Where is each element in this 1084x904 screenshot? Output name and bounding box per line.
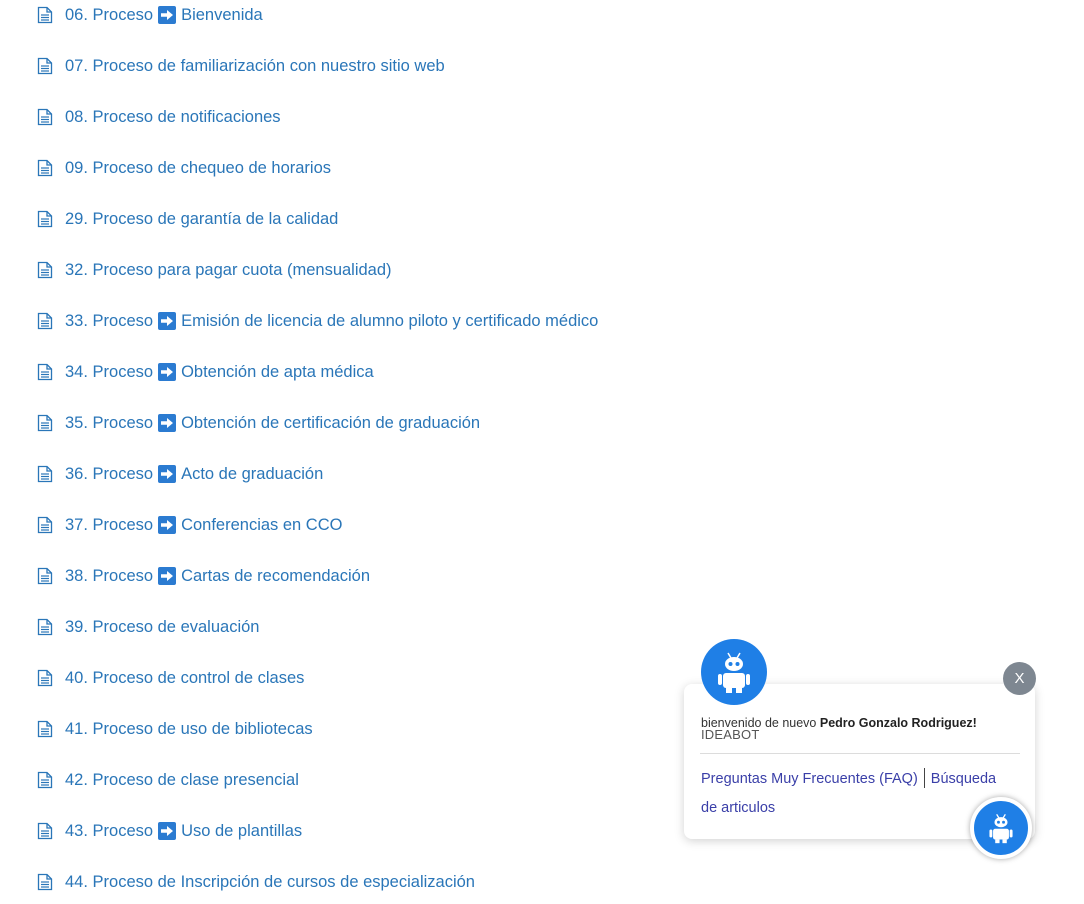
document-icon — [37, 465, 53, 483]
document-icon — [37, 312, 53, 330]
right-arrow-box-icon — [158, 465, 177, 483]
document-icon — [37, 414, 53, 432]
article-prefix: 34. Proceso — [65, 362, 154, 381]
document-icon — [37, 363, 53, 381]
robot-icon — [718, 652, 750, 693]
article-prefix: 41. Proceso de uso de bibliotecas — [65, 719, 313, 738]
article-prefix: 38. Proceso — [65, 566, 154, 585]
article-prefix: 36. Proceso — [65, 464, 154, 483]
right-arrow-box-icon — [158, 363, 177, 381]
document-icon — [37, 771, 53, 789]
bot-avatar — [701, 639, 767, 705]
article-link[interactable]: 29. Proceso de garantía de la calidad — [37, 205, 338, 233]
article-title: Bienvenida — [181, 5, 263, 24]
article-prefix: 29. Proceso de garantía de la calidad — [65, 209, 339, 228]
article-title: Cartas de recomendación — [181, 566, 370, 585]
article-prefix: 42. Proceso de clase presencial — [65, 770, 299, 789]
document-icon — [37, 210, 53, 228]
robot-icon — [989, 813, 1013, 844]
document-icon — [37, 159, 53, 177]
article-link[interactable]: 41. Proceso de uso de bibliotecas — [37, 715, 313, 743]
document-icon — [37, 6, 53, 24]
article-prefix: 40. Proceso de control de clases — [65, 668, 305, 687]
article-prefix: 33. Proceso — [65, 311, 154, 330]
article-title: Conferencias en CCO — [181, 515, 343, 534]
article-link[interactable]: 38. Proceso Cartas de recomendación — [37, 562, 370, 590]
article-link[interactable]: 43. Proceso Uso de plantillas — [37, 817, 302, 845]
document-icon — [37, 261, 53, 279]
article-link[interactable]: 42. Proceso de clase presencial — [37, 766, 299, 794]
article-prefix: 07. Proceso de familiarización con nuest… — [65, 56, 445, 75]
document-icon — [37, 57, 53, 75]
article-link[interactable]: 32. Proceso para pagar cuota (mensualida… — [37, 256, 392, 284]
article-title: Uso de plantillas — [181, 821, 303, 840]
article-title: Acto de graduación — [181, 464, 324, 483]
article-title: Obtención de apta médica — [181, 362, 374, 381]
document-icon — [37, 720, 53, 738]
article-link[interactable]: 44. Proceso de Inscripción de cursos de … — [37, 868, 475, 896]
article-prefix: 37. Proceso — [65, 515, 154, 534]
chat-links: Preguntas Muy Frecuentes (FAQ) Búsqueda d… — [701, 765, 1011, 823]
right-arrow-box-icon — [158, 312, 177, 330]
right-arrow-box-icon — [158, 6, 177, 24]
article-title: Emisión de licencia de alumno piloto y c… — [181, 311, 599, 330]
faq-link[interactable]: Preguntas Muy Frecuentes (FAQ) — [701, 771, 918, 787]
right-arrow-box-icon — [158, 822, 177, 840]
article-link[interactable]: 36. Proceso Acto de graduación — [37, 460, 323, 488]
article-prefix: 06. Proceso — [65, 5, 154, 24]
article-link[interactable]: 37. Proceso Conferencias en CCO — [37, 511, 342, 539]
article-prefix: 08. Proceso de notificaciones — [65, 107, 281, 126]
document-icon — [37, 873, 53, 891]
article-link[interactable]: 07. Proceso de familiarización con nuest… — [37, 52, 445, 80]
article-prefix: 43. Proceso — [65, 821, 154, 840]
article-link[interactable]: 34. Proceso Obtención de apta médica — [37, 358, 374, 386]
document-icon — [37, 669, 53, 687]
article-link[interactable]: 06. Proceso Bienvenida — [37, 1, 263, 29]
article-title: Obtención de certificación de graduación — [181, 413, 481, 432]
article-prefix: 39. Proceso de evaluación — [65, 617, 260, 636]
article-prefix: 09. Proceso de chequeo de horarios — [65, 158, 332, 177]
article-link[interactable]: 39. Proceso de evaluación — [37, 613, 259, 641]
chat-close-button[interactable]: X — [1003, 662, 1036, 695]
article-link[interactable]: 33. Proceso Emisión de licencia de alumno… — [37, 307, 598, 335]
document-icon — [37, 618, 53, 636]
article-prefix: 32. Proceso para pagar cuota (mensualida… — [65, 260, 392, 279]
article-link[interactable]: 35. Proceso Obtención de certificación de… — [37, 409, 480, 437]
article-link[interactable]: 40. Proceso de control de clases — [37, 664, 304, 692]
chat-toggle-button[interactable] — [970, 797, 1032, 859]
right-arrow-box-icon — [158, 516, 177, 534]
article-prefix: 44. Proceso de Inscripción de cursos de … — [65, 872, 475, 891]
link-separator — [923, 767, 925, 788]
document-icon — [37, 567, 53, 585]
document-icon — [37, 108, 53, 126]
right-arrow-box-icon — [158, 567, 177, 585]
user-name: Pedro Gonzalo Rodriguez! — [819, 716, 977, 730]
article-link[interactable]: 08. Proceso de notificaciones — [37, 103, 281, 131]
article-link[interactable]: 09. Proceso de chequeo de horarios — [37, 154, 331, 182]
document-icon — [37, 822, 53, 840]
bot-name: IDEABOT — [701, 727, 760, 742]
chat-divider — [700, 753, 1020, 754]
document-icon — [37, 516, 53, 534]
article-prefix: 35. Proceso — [65, 413, 154, 432]
right-arrow-box-icon — [158, 414, 177, 432]
